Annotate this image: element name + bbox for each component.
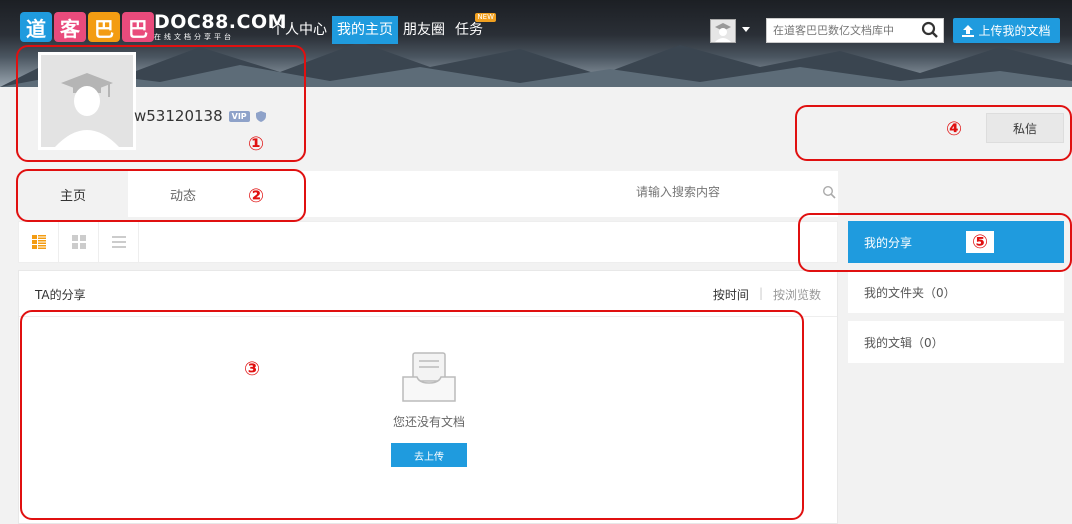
detail-list-icon [31,235,46,249]
user-avatar-icon [711,20,735,42]
list-view-button[interactable] [99,222,139,262]
callout-box-sidebar [798,213,1072,272]
view-mode-bar [18,221,838,263]
nav-friends[interactable]: 朋友圈 [398,16,450,44]
sort-separator: | [758,286,763,300]
user-avatar-menu[interactable] [710,19,736,43]
site-logo[interactable]: 道 客 巴 巴 [20,12,154,42]
list-icon [111,236,126,248]
shares-title: TA的分享 [35,288,86,302]
callout-box-message [795,105,1072,161]
logo-tile: 道 [20,12,52,42]
sort-by-views[interactable]: 按浏览数 [773,286,821,303]
callout-number-4: ④ [946,118,963,140]
grid-icon [71,235,86,249]
content-search [618,177,838,209]
upload-label: 上传我的文档 [978,24,1051,38]
search-icon[interactable] [822,185,836,199]
callout-number-1: ① [248,133,265,155]
chevron-down-icon[interactable] [742,27,750,32]
main-nav: 个人中心 我的主页 朋友圈 任务 NEW [266,13,496,44]
upload-icon [962,24,975,37]
nav-my-homepage[interactable]: 我的主页 [332,16,398,44]
nav-personal-center[interactable]: 个人中心 [266,16,332,44]
site-search [766,18,944,43]
sidebar-item-my-folders[interactable]: 我的文件夹（0） [848,271,1064,313]
callout-box-content [20,310,804,520]
logo-tile: 客 [54,12,86,42]
content-search-input[interactable] [618,177,818,207]
nav-tasks-label: 任务 [455,22,483,38]
logo-tile: 巴 [88,12,120,42]
logo-tile: 巴 [122,12,154,42]
new-badge: NEW [475,13,496,22]
callout-number-5: ⑤ [966,231,995,253]
search-icon[interactable] [921,21,939,39]
nav-tasks[interactable]: 任务 NEW [450,13,496,44]
sort-options: 按时间 | 按浏览数 [713,286,821,303]
grid-view-button[interactable] [59,222,99,262]
top-navbar: 道 客 巴 巴 DOC88.COM 在线文档分享平台 个人中心 我的主页 朋友圈… [0,10,1072,50]
site-search-input[interactable] [767,19,913,42]
callout-number-3: ③ [244,358,261,380]
sidebar-item-my-collections[interactable]: 我的文辑（0） [848,321,1064,363]
sort-by-time[interactable]: 按时间 [713,286,749,303]
list-detail-view-button[interactable] [19,222,59,262]
callout-number-2: ② [248,185,265,207]
upload-document-button[interactable]: 上传我的文档 [953,18,1060,43]
